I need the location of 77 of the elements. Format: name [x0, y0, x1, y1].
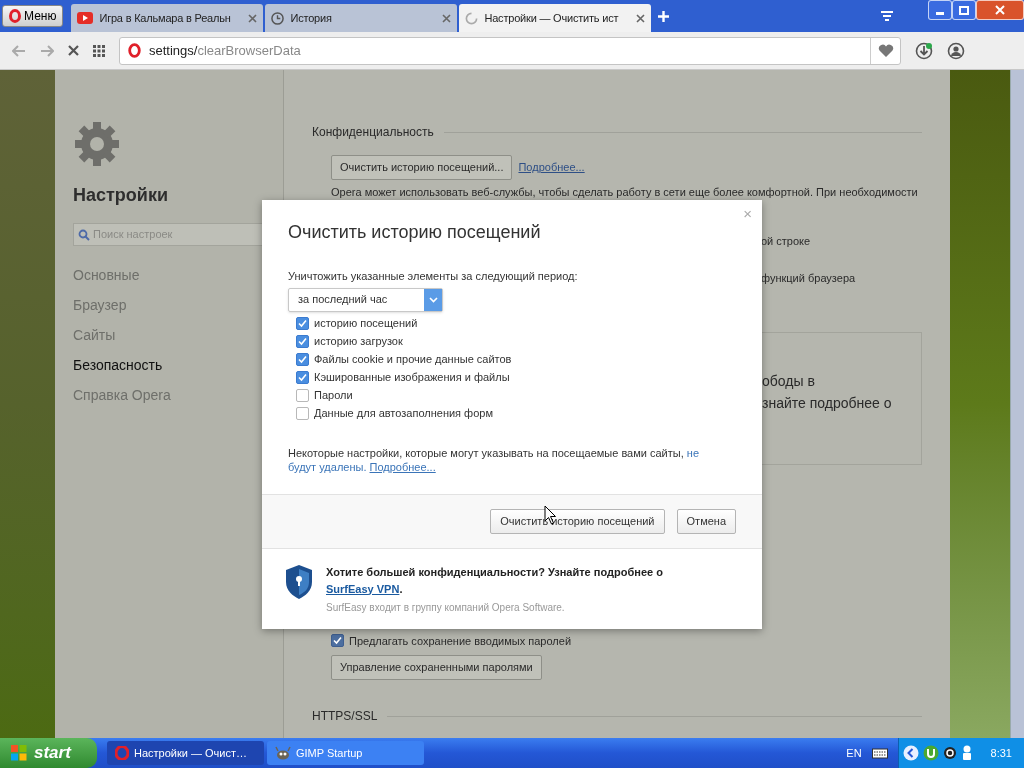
checkbox[interactable]: [296, 388, 309, 402]
checkbox-label: Кэшированные изображения и файлы: [314, 369, 510, 385]
manage-passwords-button[interactable]: Управление сохраненными паролями: [331, 655, 542, 680]
circle-icon[interactable]: [942, 746, 957, 760]
stop-icon[interactable]: [68, 45, 79, 56]
opera-icon: [115, 746, 129, 760]
chevron-down-icon: [428, 296, 438, 303]
checkbox-label: Предлагать сохранение вводимых паролей: [349, 633, 572, 649]
section-title: HTTPS/SSL: [312, 708, 378, 725]
clock: 8:31: [990, 745, 1012, 761]
minimize-button[interactable]: [928, 0, 952, 20]
checkbox[interactable]: [296, 316, 309, 330]
checkbox-label: Пароли: [314, 387, 353, 403]
checkbox-label: Данные для автозаполнения форм: [314, 405, 493, 421]
more-link[interactable]: Подробнее...: [369, 460, 436, 473]
more-link[interactable]: Подробнее...: [518, 159, 585, 176]
tab-title: Настройки — Очистить ист: [484, 10, 620, 26]
url-text: settings/clearBrowserData: [149, 41, 301, 60]
period-label: Уничтожить указанные элементы за следующий период:: [288, 269, 579, 284]
setting-text: функций браузера: [761, 271, 857, 286]
menu-icon[interactable]: [880, 10, 894, 22]
search-icon: [78, 228, 90, 241]
period-select[interactable]: за последний час: [288, 287, 443, 312]
maximize-button[interactable]: [952, 0, 976, 20]
checkbox-label: историю загрузок: [314, 333, 403, 349]
checkbox[interactable]: [331, 634, 344, 648]
tab-title: История: [290, 10, 333, 26]
download-icon[interactable]: [915, 41, 933, 60]
checkbox[interactable]: [296, 334, 309, 348]
promo-subtext: SurfEasy входит в группу компаний Opera Software.: [326, 600, 566, 615]
note-text: Некоторые настройки, которые могут указывать на посещаемые вами сайты, не будут удалены. Подробнее...: [288, 445, 701, 474]
heart-icon[interactable]: [877, 43, 894, 58]
tab-title: Игра в Кальмара в Реальн: [99, 10, 232, 26]
checkbox[interactable]: [296, 352, 309, 366]
opera-logo-icon: [128, 43, 141, 58]
browser-tab[interactable]: История: [265, 4, 458, 32]
checkbox[interactable]: [296, 370, 309, 384]
windows-logo-icon: [10, 744, 28, 762]
setting-text: ой строке: [761, 233, 812, 249]
loading-icon: [465, 11, 479, 25]
profile-icon[interactable]: [947, 41, 965, 60]
browser-tab[interactable]: Настройки — Очистить ист: [459, 4, 652, 32]
scrollbar[interactable]: [1010, 70, 1024, 738]
chevron-left-icon[interactable]: [902, 745, 919, 761]
clear-history-button[interactable]: Очистить историю посещений...: [331, 155, 513, 180]
checkbox-label: Файлы cookie и прочие данные сайтов: [314, 351, 512, 367]
clock-icon: [271, 11, 285, 25]
cancel-button[interactable]: Отмена: [676, 508, 736, 534]
dialog-title: Очистить историю посещений: [288, 221, 542, 244]
panel-text: знайте подробнее о: [762, 393, 893, 413]
sidebar-title: Настройки: [73, 184, 169, 207]
confirm-button[interactable]: Очистить историю посещений: [490, 508, 665, 534]
close-icon[interactable]: [248, 13, 258, 23]
browser-tab[interactable]: Игра в Кальмара в Реальн: [71, 4, 264, 32]
checkbox[interactable]: [296, 406, 309, 420]
plus-icon[interactable]: [657, 9, 671, 23]
close-window-button[interactable]: [976, 0, 1024, 20]
play-icon: [77, 12, 94, 24]
menu-button[interactable]: Меню: [2, 5, 64, 27]
promo-text: Хотите большей конфиденциальности? Узнайте подробнее о SurfEasy VPN.: [326, 564, 664, 597]
taskbar-button[interactable]: GIMP Startup: [267, 741, 424, 765]
close-icon[interactable]: [636, 13, 646, 23]
mascot-icon: [275, 746, 291, 760]
language-indicator[interactable]: EN: [846, 744, 862, 762]
shield-icon: [284, 563, 314, 600]
checkbox-label: историю посещений: [314, 315, 418, 331]
address-field[interactable]: settings/clearBrowserData: [119, 36, 901, 65]
gear-icon: [73, 120, 121, 168]
close-icon: [995, 5, 1005, 15]
description-text: Opera может использовать веб-службы, чтобы сделать работу в сети еще более комфортной. При необходимости: [331, 185, 919, 200]
grid-icon[interactable]: [93, 44, 105, 57]
close-icon[interactable]: [442, 13, 452, 23]
keyboard-icon[interactable]: [871, 747, 888, 759]
panel-text: ободы в: [762, 371, 816, 391]
opera-logo-icon: [9, 9, 21, 23]
section-title: Конфиденциальность: [312, 124, 434, 141]
taskbar-button[interactable]: Настройки — Очист…: [107, 741, 264, 765]
